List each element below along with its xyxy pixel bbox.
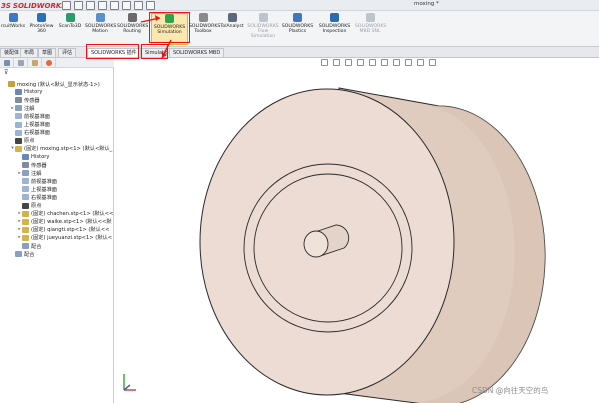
annotation-arrows <box>140 15 172 59</box>
